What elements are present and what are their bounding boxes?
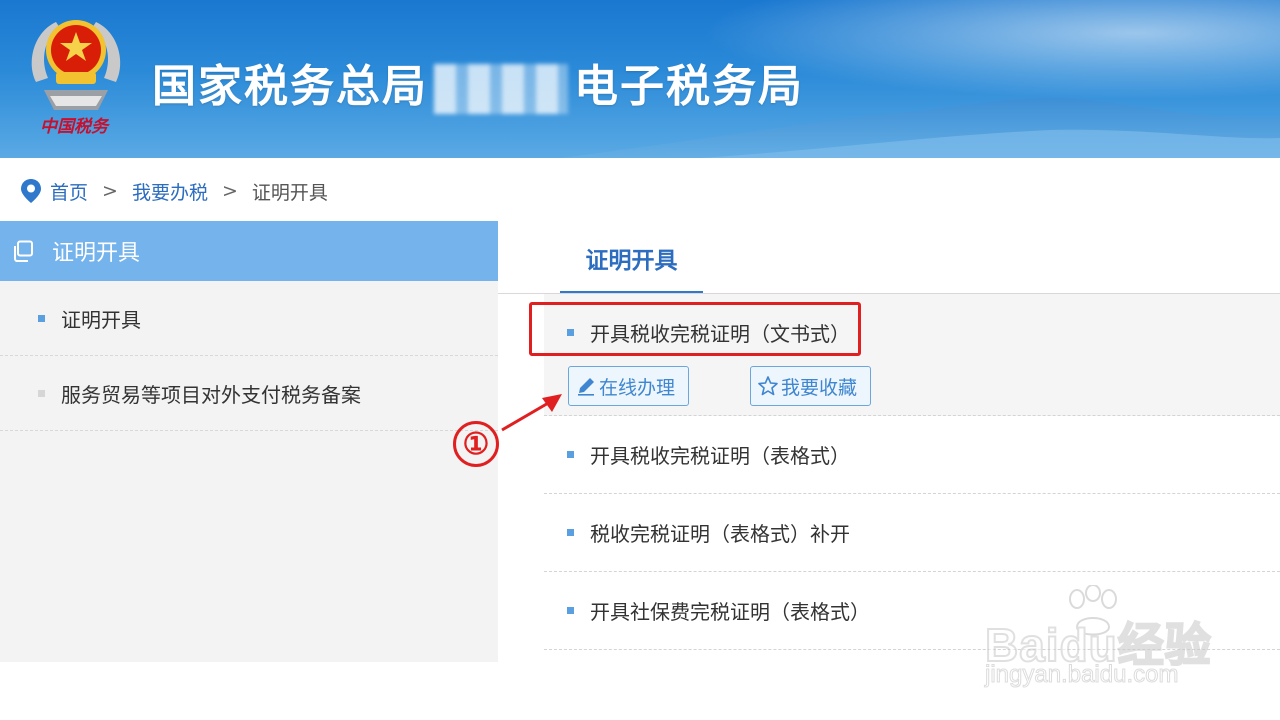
list-item-label: 税收完税证明（表格式）补开 [590,522,850,546]
add-favorite-button[interactable]: 我要收藏 [750,366,871,406]
sidebar-item-service-trade-filing[interactable]: 服务贸易等项目对外支付税务备案 [0,356,498,431]
emblem-caption: 中国税务 [40,117,108,137]
list-item: 开具税收完税证明（表格式） [544,416,1280,494]
online-handle-button[interactable]: 在线办理 [568,366,689,406]
bullet-icon [38,389,45,397]
breadcrumb: 首页 > 我要办税 > 证明开具 [20,176,328,206]
site-title-prefix: 国家税务总局 [152,61,428,112]
list-item-title[interactable]: 开具税收完税证明（表格式） [567,440,850,469]
add-favorite-label: 我要收藏 [781,376,858,399]
list-item-title[interactable]: 开具社保费完税证明（表格式） [567,596,870,625]
site-title: 国家税务总局 电子税务局 [152,50,804,114]
bullet-icon [567,451,574,458]
sidebar-item-label: 证明开具 [61,307,141,332]
sidebar-item-certificate[interactable]: 证明开具 [0,281,498,356]
list-item-label: 开具税收完税证明（表格式） [590,444,850,468]
sidebar-heading[interactable]: 证明开具 [0,221,498,281]
breadcrumb-current: 证明开具 [251,181,328,204]
sidebar-item-label: 服务贸易等项目对外支付税务备案 [61,382,361,407]
baidu-jingyan-watermark: Baidu经验 jingyan.baidu.com [984,585,1225,695]
tab-certificate[interactable]: 证明开具 [560,224,703,294]
list-item: 税收完税证明（表格式）补开 [544,494,1280,572]
annotation-highlight-box [529,302,861,356]
sidebar: 证明开具 证明开具 服务贸易等项目对外支付税务备案 [0,221,498,662]
step-number-badge: ① [453,421,499,467]
breadcrumb-home-link[interactable]: 首页 [50,178,88,205]
annotation-arrow-icon [501,394,562,432]
sidebar-heading-label: 证明开具 [52,241,141,266]
pencil-icon [578,378,594,396]
breadcrumb-separator: > [102,180,118,202]
list-item: 开具税收完税证明（文书式） 在线办理 我要收藏 [529,294,1280,416]
bullet-icon [38,314,45,322]
bullet-icon [567,607,574,614]
breadcrumb-separator: > [221,180,238,202]
site-title-suffix: 电子税务局 [574,61,804,112]
online-handle-label: 在线办理 [599,376,676,399]
redacted-region [434,64,568,114]
star-icon [758,376,778,396]
breadcrumb-tax-link[interactable]: 我要办税 [132,178,208,205]
location-pin-icon [21,179,41,203]
site-header: 中国税务 国家税务总局 电子税务局 [0,0,1280,158]
bullet-icon [567,529,574,536]
list-item-label: 开具社保费完税证明（表格式） [590,600,870,624]
copy-icon [14,240,33,262]
list-item-title[interactable]: 税收完税证明（表格式）补开 [567,518,850,547]
watermark-url: jingyan.baidu.com [984,661,1179,689]
